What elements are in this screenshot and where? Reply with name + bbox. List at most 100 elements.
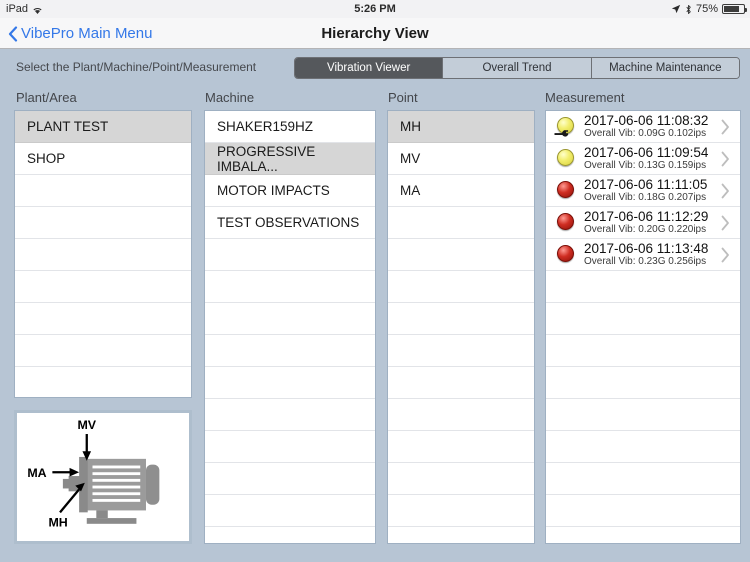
measurement-empty-row (546, 367, 740, 399)
point-item-row[interactable]: MV (388, 143, 534, 175)
chevron-right-icon[interactable] (720, 119, 730, 135)
machine-item-empty-row (205, 431, 375, 463)
app-screen: iPad 5:26 PM 75% VibePro Main Menu Hiera… (0, 0, 750, 562)
measurement-timestamp: 2017-06-06 11:12:29 (584, 209, 709, 224)
red-led-icon (557, 180, 574, 198)
point-item-empty-row (388, 367, 534, 399)
segment-overall-trend[interactable]: Overall Trend (443, 58, 592, 78)
machine-list[interactable]: SHAKER159HZ PROGRESSIVE IMBALA... MOTOR IM… (204, 110, 376, 544)
machine-item-empty-row (205, 239, 375, 271)
status-bar-clock: 5:26 PM (354, 3, 396, 15)
measurement-detail: Overall Vib: 0.20G 0.220ips (584, 224, 707, 235)
measurement-empty-row (546, 399, 740, 431)
measurement-detail: Overall Vib: 0.18G 0.207ips (584, 192, 707, 203)
measurement-timestamp: 2017-06-06 11:11:05 (584, 177, 708, 192)
point-list[interactable]: MH MV MA (387, 110, 535, 544)
point-item-label: MA (400, 183, 421, 198)
measurement-empty-row (546, 335, 740, 367)
bluetooth-icon (685, 4, 692, 15)
plant-area-item-empty-row (15, 207, 191, 239)
battery-icon (722, 4, 747, 14)
measurement-status-icon-group (554, 146, 580, 172)
measurement-detail: Overall Vib: 0.09G 0.102ips (584, 128, 707, 139)
chevron-right-icon[interactable] (720, 215, 730, 231)
view-mode-segmented-control[interactable]: Vibration Viewer Overall Trend Machine M… (294, 57, 740, 79)
machine-item-empty-row (205, 463, 375, 495)
measurement-row[interactable]: 2017-06-06 11:13:48 Overall Vib: 0.23G 0.… (546, 239, 740, 271)
machine-item-row[interactable]: TEST OBSERVATIONS (205, 207, 375, 239)
measurement-status-icon-group (554, 178, 580, 204)
point-item-empty-row (388, 271, 534, 303)
point-item-empty-row (388, 239, 534, 271)
measurement-timestamp: 2017-06-06 11:08:32 (584, 113, 709, 128)
chevron-right-icon[interactable] (720, 247, 730, 263)
page-title: Hierarchy View (321, 25, 429, 42)
measurement-text: 2017-06-06 11:11:05 Overall Vib: 0.18G 0.… (580, 177, 720, 204)
measurement-timestamp: 2017-06-06 11:13:48 (584, 241, 709, 256)
measurement-row[interactable]: 2017-06-06 11:12:29 Overall Vib: 0.20G 0.… (546, 207, 740, 239)
measurement-status-icon-group (554, 114, 580, 140)
plant-area-item-empty-row (15, 335, 191, 367)
svg-text:MV: MV (77, 418, 96, 432)
point-item-empty-row (388, 399, 534, 431)
point-item-label: MH (400, 119, 421, 134)
chevron-right-icon[interactable] (720, 151, 730, 167)
machine-item-row[interactable]: PROGRESSIVE IMBALA... (205, 143, 375, 175)
measurement-detail: Overall Vib: 0.13G 0.159ips (584, 160, 707, 171)
segment-machine-maintenance[interactable]: Machine Maintenance (591, 58, 739, 78)
measurement-timestamp: 2017-06-06 11:09:54 (584, 145, 709, 160)
segment-vibration-viewer[interactable]: Vibration Viewer (295, 58, 444, 78)
measurement-text: 2017-06-06 11:09:54 Overall Vib: 0.13G 0.… (580, 145, 720, 172)
red-led-icon (557, 244, 574, 262)
point-item-empty-row (388, 303, 534, 335)
machine-item-empty-row (205, 495, 375, 527)
wrench-icon (554, 127, 570, 139)
measurement-empty-row (546, 431, 740, 463)
measurement-empty-row (546, 271, 740, 303)
measurement-text: 2017-06-06 11:08:32 Overall Vib: 0.09G 0.… (580, 113, 720, 140)
plant-area-item-empty-row (15, 175, 191, 207)
plant-area-item-empty-row (15, 303, 191, 335)
measurement-text: 2017-06-06 11:13:48 Overall Vib: 0.23G 0.… (580, 241, 720, 268)
measurement-row[interactable]: 2017-06-06 11:11:05 Overall Vib: 0.18G 0.… (546, 175, 740, 207)
point-item-empty-row (388, 495, 534, 527)
measurement-empty-row (546, 463, 740, 495)
machine-item-label: PROGRESSIVE IMBALA... (217, 143, 316, 174)
measurement-detail: Overall Vib: 0.23G 0.256ips (584, 256, 707, 267)
measurement-list[interactable]: 2017-06-06 11:08:32 Overall Vib: 0.09G 0.… (545, 110, 741, 544)
motor-diagram-svg: MV MA MH (17, 413, 189, 541)
measurement-row[interactable]: 2017-06-06 11:08:32 Overall Vib: 0.09G 0.… (546, 111, 740, 143)
plant-area-item-row[interactable]: SHOP (15, 143, 191, 175)
measurement-status-icon-group (554, 210, 580, 236)
column-header-plant: Plant/Area (16, 90, 77, 105)
chevron-right-icon[interactable] (720, 183, 730, 199)
point-item-empty-row (388, 335, 534, 367)
measurement-status-icon-group (554, 242, 580, 268)
measurement-empty-row (546, 303, 740, 335)
measurement-text: 2017-06-06 11:12:29 Overall Vib: 0.20G 0.… (580, 209, 720, 236)
plant-area-list[interactable]: PLANT TEST SHOP (14, 110, 192, 398)
navigation-bar: VibePro Main Menu Hierarchy View (0, 18, 750, 49)
point-item-empty-row (388, 463, 534, 495)
plant-area-item-row[interactable]: PLANT TEST (15, 111, 191, 143)
machine-item-empty-row (205, 335, 375, 367)
plant-area-item-label: PLANT TEST (27, 119, 109, 134)
machine-item-label: TEST OBSERVATIONS (217, 215, 360, 230)
red-led-icon (557, 212, 574, 230)
machine-item-row[interactable]: MOTOR IMPACTS (205, 175, 375, 207)
column-header-measurement: Measurement (545, 90, 625, 105)
machine-item-row[interactable]: SHAKER159HZ (205, 111, 375, 143)
point-item-row[interactable]: MH (388, 111, 534, 143)
location-arrow-icon (671, 4, 681, 14)
status-bar: iPad 5:26 PM 75% (0, 0, 750, 18)
point-item-label: MV (400, 151, 421, 166)
point-item-empty-row (388, 431, 534, 463)
point-item-empty-row (388, 207, 534, 239)
motor-orientation-diagram: MV MA MH (14, 410, 192, 544)
battery-percent-label: 75% (695, 3, 718, 15)
measurement-row[interactable]: 2017-06-06 11:09:54 Overall Vib: 0.13G 0.… (546, 143, 740, 175)
svg-text:MH: MH (48, 516, 67, 530)
point-item-row[interactable]: MA (388, 175, 534, 207)
instruction-label: Select the Plant/Machine/Point/Measureme… (16, 60, 257, 74)
machine-item-label: MOTOR IMPACTS (217, 183, 330, 198)
